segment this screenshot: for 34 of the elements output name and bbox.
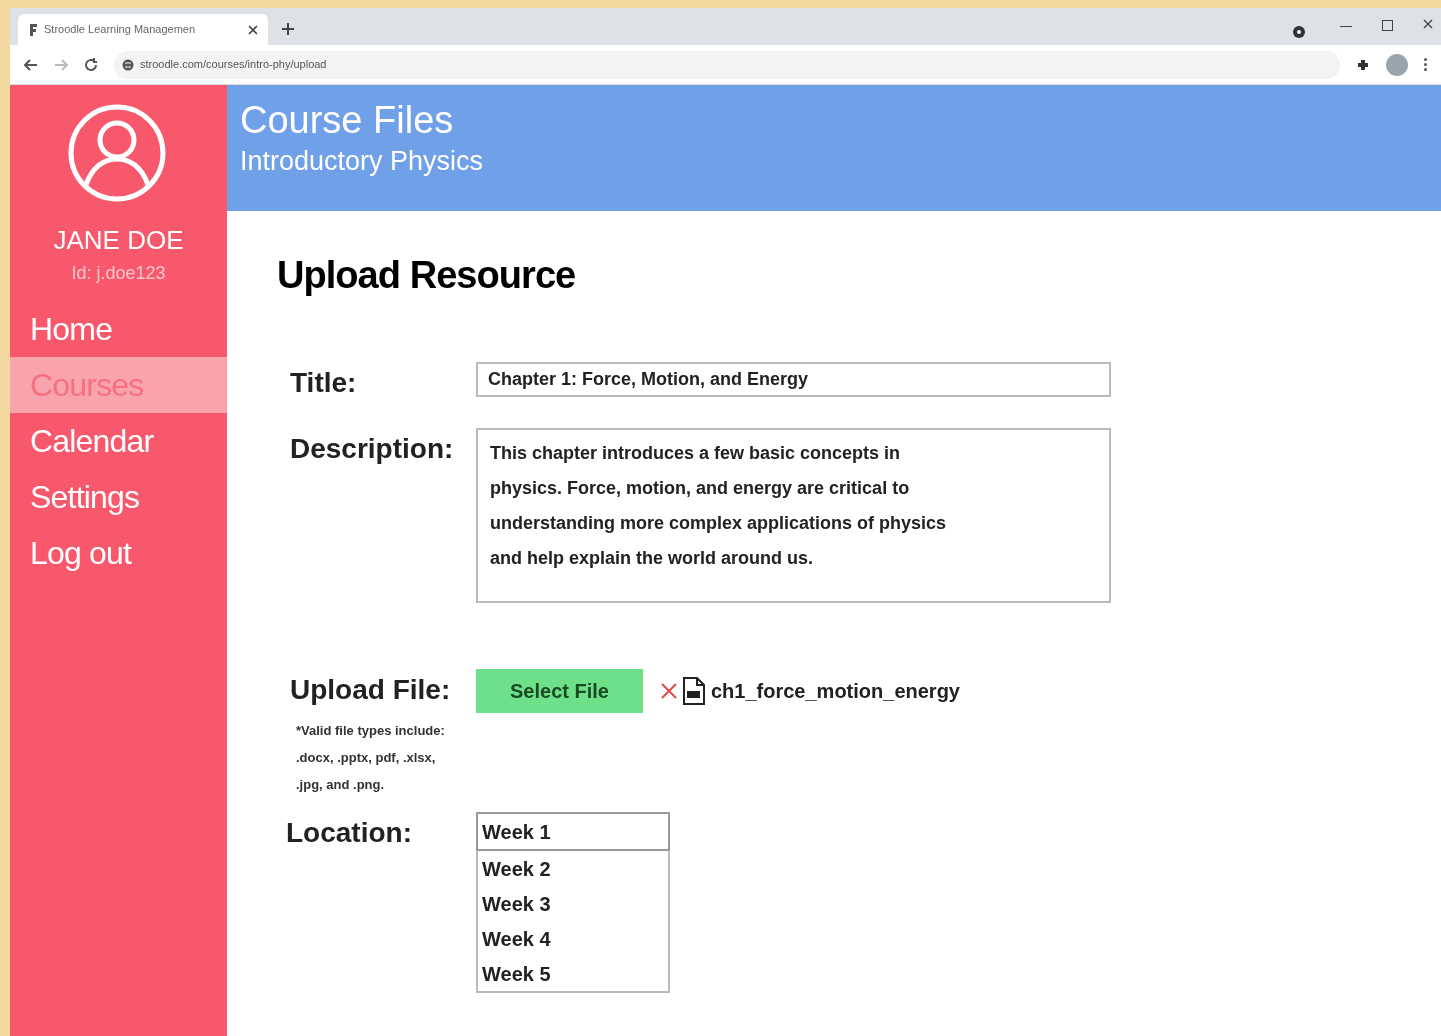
address-bar[interactable]: stroodle.com/courses/intro-phy/upload (114, 50, 1340, 79)
file-name: ch1_force_motion_energy (711, 679, 960, 704)
tab-title: Stroodle Learning Managemen (44, 22, 197, 38)
form-heading: Upload Resource (277, 253, 577, 298)
dropdown-option[interactable]: Week 2 (478, 851, 668, 886)
record-icon[interactable] (1292, 25, 1306, 39)
close-icon[interactable] (248, 24, 258, 35)
field-label: Description: (290, 432, 455, 466)
page-title: Course Files (240, 98, 455, 143)
plus-icon[interactable] (282, 23, 294, 35)
user-id: Id: j.doe123 (71, 262, 166, 285)
dropdown-option[interactable]: Week 5 (478, 956, 668, 991)
close-icon[interactable] (1423, 19, 1433, 29)
maximize-icon[interactable] (1382, 20, 1393, 31)
menu-icon[interactable] (1424, 58, 1427, 71)
page-subtitle: Introductory Physics (240, 144, 485, 178)
upload-note: *Valid file types include: .docx, .pptx, pdf, .xlsx, .jpg, and .png. (296, 722, 446, 794)
select-file-button[interactable]: Select File (476, 669, 643, 713)
dropdown-option[interactable]: Week 4 (478, 921, 668, 956)
title-field[interactable]: Chapter 1: Force, Motion, and Energy (476, 362, 1111, 397)
user-name: JANE DOE (53, 224, 184, 257)
field-label: Title: (290, 366, 358, 400)
document-icon (681, 676, 707, 706)
back-icon[interactable] (24, 58, 38, 71)
logo-icon (28, 22, 38, 37)
field-label: Upload File: (290, 673, 452, 707)
description-field[interactable]: This chapter introduces a few basic concepts in physics. Force, motion, and energy are critical to understanding more complex applications of physics and help explain the world around us. (476, 428, 1111, 603)
field-label: Location: (286, 816, 413, 850)
reload-icon[interactable] (84, 57, 98, 72)
remove-icon[interactable] (661, 683, 677, 699)
dropdown-field[interactable]: Week 1 (476, 812, 670, 851)
dropdown-option[interactable]: Week 3 (478, 886, 668, 921)
browser-tab[interactable]: Stroodle Learning Managemen (18, 14, 268, 45)
user-icon (67, 103, 167, 203)
